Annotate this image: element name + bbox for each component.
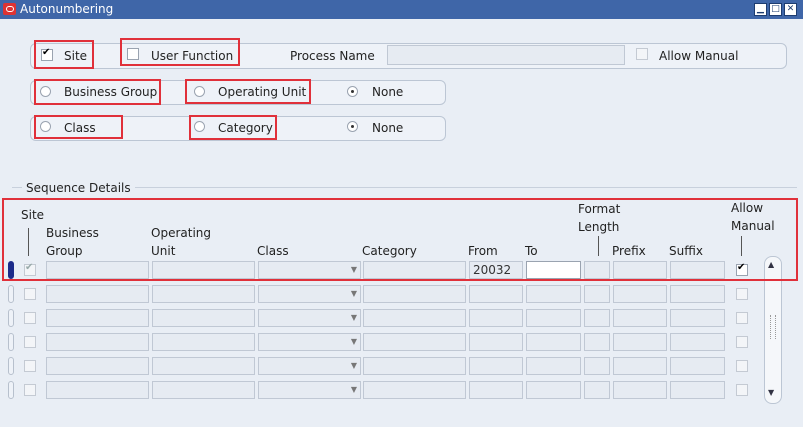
highlight-business-group [34, 79, 161, 105]
row-indicator[interactable] [8, 381, 14, 399]
row-indicator[interactable] [8, 357, 14, 375]
title-bar: Autonumbering ▁ □ ✕ [0, 0, 803, 19]
row-business-group[interactable] [46, 357, 149, 375]
row-allow-manual-checkbox[interactable] [736, 360, 748, 372]
class-none-radio[interactable] [347, 121, 358, 132]
row-site-checkbox[interactable] [24, 288, 36, 300]
row-prefix[interactable] [613, 309, 667, 327]
row-to[interactable] [526, 333, 581, 351]
close-button[interactable]: ✕ [784, 3, 797, 16]
row-to[interactable] [526, 309, 581, 327]
row-operating-unit[interactable] [152, 285, 255, 303]
row-indicator[interactable] [8, 285, 14, 303]
row-from[interactable] [469, 381, 523, 399]
allow-manual-label: Allow Manual [659, 49, 739, 63]
row-from[interactable] [469, 357, 523, 375]
row-category[interactable] [363, 333, 466, 351]
row-operating-unit[interactable] [152, 381, 255, 399]
row-to[interactable] [526, 381, 581, 399]
row-site-checkbox[interactable] [24, 360, 36, 372]
org-none-radio[interactable] [347, 86, 358, 97]
scroll-thumb-grip-icon[interactable] [770, 315, 776, 339]
row-from[interactable] [469, 309, 523, 327]
row-suffix[interactable] [670, 357, 725, 375]
process-name-label: Process Name [290, 49, 375, 63]
row-allow-manual-checkbox[interactable] [736, 384, 748, 396]
maximize-button[interactable]: □ [769, 3, 782, 16]
row-format-length[interactable] [584, 357, 610, 375]
row-prefix[interactable] [613, 381, 667, 399]
row-category[interactable] [363, 285, 466, 303]
row-indicator[interactable] [8, 333, 14, 351]
row-site-checkbox[interactable] [24, 336, 36, 348]
minimize-button[interactable]: ▁ [754, 3, 767, 16]
class-none-label: None [372, 121, 404, 135]
window-title: Autonumbering [20, 2, 114, 16]
row-prefix[interactable] [613, 285, 667, 303]
row-category[interactable] [363, 381, 466, 399]
row-class-lov[interactable] [258, 285, 361, 303]
row-suffix[interactable] [670, 381, 725, 399]
row-operating-unit[interactable] [152, 357, 255, 375]
scroll-down-arrow-icon[interactable]: ▼ [768, 388, 774, 397]
row-business-group[interactable] [46, 381, 149, 399]
highlight-category [189, 115, 277, 140]
row-business-group[interactable] [46, 285, 149, 303]
row-suffix[interactable] [670, 333, 725, 351]
row-allow-manual-checkbox[interactable] [736, 312, 748, 324]
row-suffix[interactable] [670, 309, 725, 327]
row-suffix[interactable] [670, 285, 725, 303]
row-site-checkbox[interactable] [24, 312, 36, 324]
row-class-lov[interactable] [258, 333, 361, 351]
row-operating-unit[interactable] [152, 309, 255, 327]
highlight-sequence-header [2, 198, 798, 281]
row-format-length[interactable] [584, 333, 610, 351]
sequence-details-title: Sequence Details [22, 181, 135, 195]
highlight-user-function [120, 38, 240, 66]
highlight-site [34, 40, 94, 69]
row-operating-unit[interactable] [152, 333, 255, 351]
row-prefix[interactable] [613, 357, 667, 375]
row-allow-manual-checkbox[interactable] [736, 288, 748, 300]
row-to[interactable] [526, 285, 581, 303]
row-from[interactable] [469, 285, 523, 303]
row-allow-manual-checkbox[interactable] [736, 336, 748, 348]
highlight-operating-unit [185, 79, 311, 104]
row-site-checkbox[interactable] [24, 384, 36, 396]
row-category[interactable] [363, 309, 466, 327]
highlight-class [34, 115, 123, 139]
row-to[interactable] [526, 357, 581, 375]
row-class-lov[interactable] [258, 381, 361, 399]
allow-manual-checkbox[interactable] [636, 48, 648, 60]
row-from[interactable] [469, 333, 523, 351]
row-category[interactable] [363, 357, 466, 375]
row-format-length[interactable] [584, 309, 610, 327]
row-class-lov[interactable] [258, 357, 361, 375]
row-format-length[interactable] [584, 381, 610, 399]
org-none-label: None [372, 85, 404, 99]
row-class-lov[interactable] [258, 309, 361, 327]
row-prefix[interactable] [613, 333, 667, 351]
row-business-group[interactable] [46, 309, 149, 327]
row-indicator[interactable] [8, 309, 14, 327]
oracle-logo-icon [3, 3, 16, 15]
row-business-group[interactable] [46, 333, 149, 351]
process-name-input[interactable] [387, 45, 625, 65]
row-format-length[interactable] [584, 285, 610, 303]
